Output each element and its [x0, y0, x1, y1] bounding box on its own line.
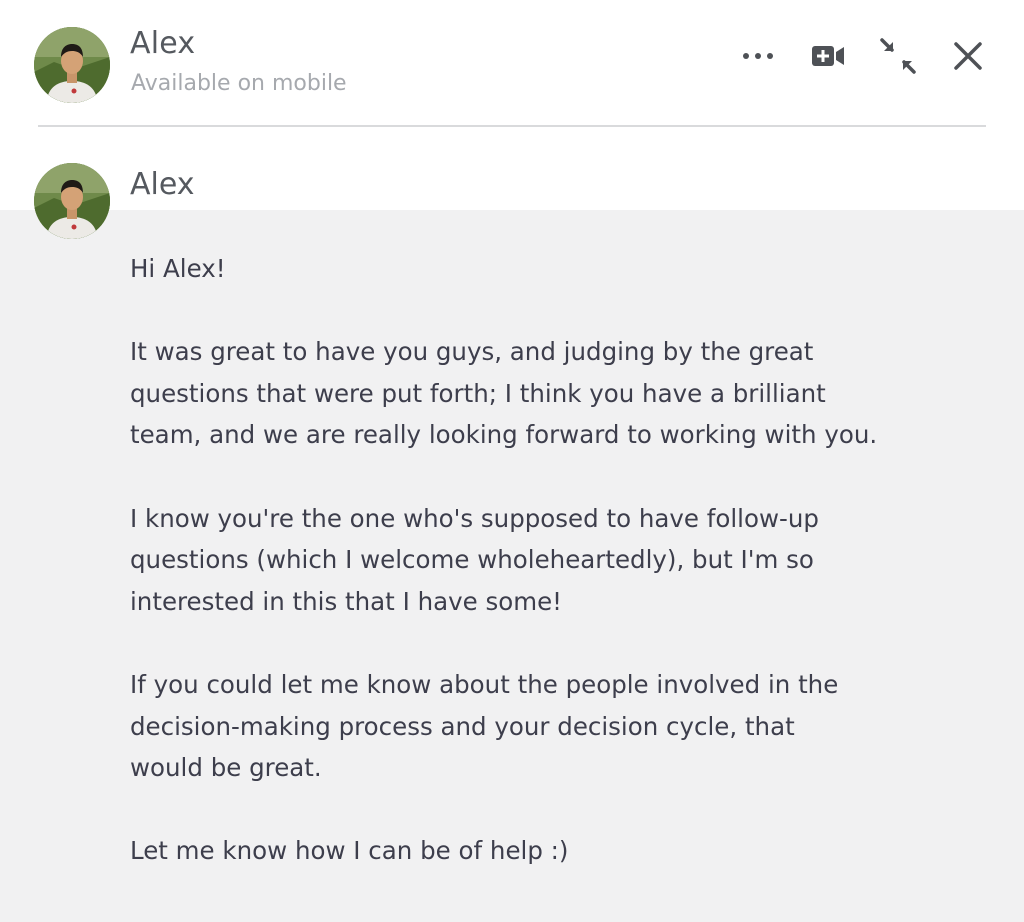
- minimize-icon: [880, 38, 916, 74]
- message-sender-name: Alex: [130, 167, 195, 202]
- contact-avatar[interactable]: [34, 27, 110, 103]
- chat-header: Alex Available on mobile: [0, 0, 1024, 126]
- minimize-button[interactable]: [876, 34, 920, 78]
- close-button[interactable]: [946, 34, 990, 78]
- message-body: Hi Alex! It was great to have you guys, …: [130, 248, 990, 872]
- message-paragraph: Hi Alex!: [130, 254, 226, 283]
- sender-avatar[interactable]: [34, 163, 110, 239]
- header-actions: [736, 34, 990, 78]
- message-paragraph: Let me know how I can be of help :): [130, 836, 569, 866]
- person-avatar-icon: [34, 27, 110, 103]
- contact-name: Alex: [130, 26, 196, 61]
- video-call-button[interactable]: [806, 34, 850, 78]
- chat-window: Alex Available on mobile Alex Hi Alex! I…: [0, 0, 1024, 922]
- contact-status: Available on mobile: [131, 71, 347, 96]
- message-paragraph: If you could let me know about the peopl…: [130, 669, 839, 783]
- header-divider: [38, 125, 986, 127]
- video-call-icon: [812, 46, 844, 66]
- more-options-button[interactable]: [736, 34, 780, 78]
- more-options-icon: [743, 53, 773, 59]
- message-paragraph: It was great to have you guys, and judgi…: [130, 337, 878, 450]
- close-icon: [954, 42, 982, 70]
- person-avatar-icon: [34, 163, 110, 239]
- message-paragraph: I know you're the one who's supposed to …: [130, 503, 819, 616]
